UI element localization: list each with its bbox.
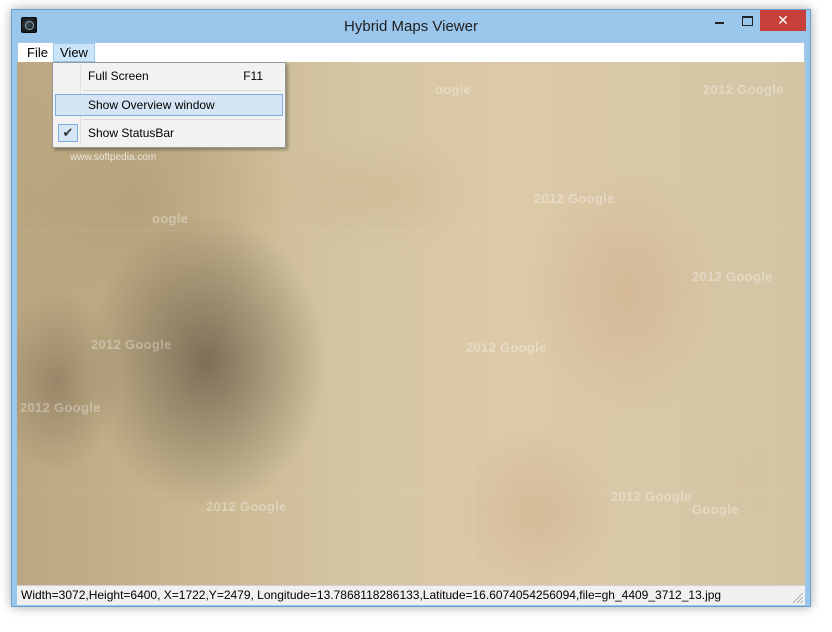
maximize-icon xyxy=(742,16,753,26)
checkmark-icon: ✔ xyxy=(58,124,78,142)
map-watermark: Google xyxy=(692,502,739,517)
window-title: Hybrid Maps Viewer xyxy=(344,18,478,35)
menu-view[interactable]: View xyxy=(53,43,95,62)
resize-grip-icon[interactable] xyxy=(793,593,803,603)
tile-boundary xyxy=(17,230,805,231)
maximize-button[interactable] xyxy=(734,10,760,31)
menu-item-show-overview-window[interactable]: Show Overview window xyxy=(55,94,283,116)
map-watermark: oogle xyxy=(435,82,472,97)
menu-file[interactable]: File xyxy=(21,43,54,62)
menu-item-label: Show StatusBar xyxy=(88,126,175,140)
close-button[interactable]: ✕ xyxy=(760,10,806,31)
minimize-icon xyxy=(715,22,724,24)
menu-separator xyxy=(83,119,281,120)
map-watermark: 2012 Google xyxy=(692,269,773,284)
map-watermark: 2012 Google xyxy=(466,340,547,355)
menu-item-label: Show Overview window xyxy=(88,98,215,112)
status-bar: Width=3072,Height=6400, X=1722,Y=2479, L… xyxy=(17,585,805,605)
menu-separator xyxy=(83,90,281,91)
status-text: Width=3072,Height=6400, X=1722,Y=2479, L… xyxy=(21,588,722,602)
menu-item-full-screen[interactable]: Full Screen F11 xyxy=(55,65,283,87)
view-dropdown-menu: Full Screen F11 Show Overview window ✔ S… xyxy=(52,62,286,148)
tile-boundary xyxy=(673,62,674,585)
softpedia-credit: www.softpedia.com xyxy=(70,152,157,163)
menu-item-show-statusbar[interactable]: ✔ Show StatusBar xyxy=(55,122,283,144)
menu-item-label: Full Screen xyxy=(88,69,149,83)
close-icon: ✕ xyxy=(777,12,789,28)
menu-item-shortcut: F11 xyxy=(243,69,263,83)
map-watermark: 2012 Google xyxy=(534,191,615,206)
map-watermark: 2012 Google xyxy=(91,337,172,352)
map-watermark: 2012 Google xyxy=(703,82,784,97)
title-bar[interactable]: Hybrid Maps Viewer ✕ xyxy=(12,10,810,42)
map-watermark: 2012 Google xyxy=(611,489,692,504)
minimize-button[interactable] xyxy=(706,10,732,31)
tile-boundary xyxy=(473,62,474,585)
map-watermark: 2012 Google xyxy=(206,499,287,514)
map-watermark: 2012 Google xyxy=(20,400,101,415)
map-watermark: oogle xyxy=(152,211,189,226)
menu-bar: File View xyxy=(17,42,805,62)
